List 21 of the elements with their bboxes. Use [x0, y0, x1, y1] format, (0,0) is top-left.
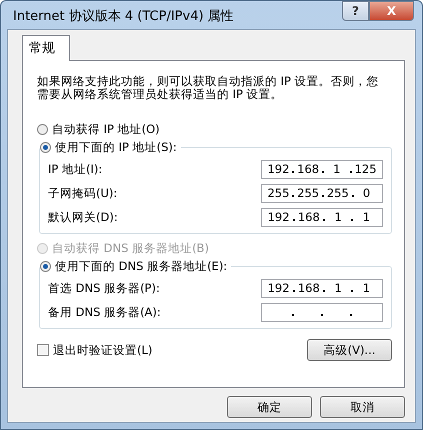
- window-title: Internet 协议版本 4 (TCP/IPv4) 属性: [13, 8, 234, 25]
- tab[interactable]: 常规: [22, 35, 70, 61]
- ip-address-field[interactable]: 192 168 1 1: [261, 278, 383, 298]
- checkbox-option[interactable]: 退出时验证设置(L): [37, 342, 152, 358]
- advanced-button[interactable]: 高级(V)...: [307, 339, 392, 361]
- radio-option[interactable]: 使用下面的 IP 地址(S):: [40, 139, 181, 155]
- field-label: 默认网关(D):: [48, 210, 118, 224]
- ip-address-field[interactable]: 255 255 255 0: [261, 184, 383, 202]
- field-label: 备用 DNS 服务器(A):: [48, 304, 161, 320]
- ip-address-field[interactable]: [261, 302, 383, 322]
- ip-address-field[interactable]: 192 168 1 1: [261, 208, 383, 226]
- intro-text: 如果网络支持此功能，则可以获取自动指派的 IP 设置。否则，您需要从网络系统管理员处获得适当的 IP 设置。: [37, 75, 380, 101]
- radio-option[interactable]: 使用下面的 DNS 服务器地址(E):: [40, 258, 232, 274]
- field-label: 首选 DNS 服务器(P):: [48, 280, 160, 296]
- dialog-button[interactable]: 取消: [320, 396, 405, 418]
- ip-address-field[interactable]: 192 168 1 125: [261, 160, 383, 178]
- help-button[interactable]: ?: [342, 1, 369, 21]
- field-label: 子网掩码(U):: [48, 186, 118, 200]
- field-label: IP 地址(I):: [48, 162, 102, 176]
- dialog-button[interactable]: 确定: [227, 396, 312, 418]
- radio-option[interactable]: 自动获得 IP 地址(O): [37, 121, 392, 137]
